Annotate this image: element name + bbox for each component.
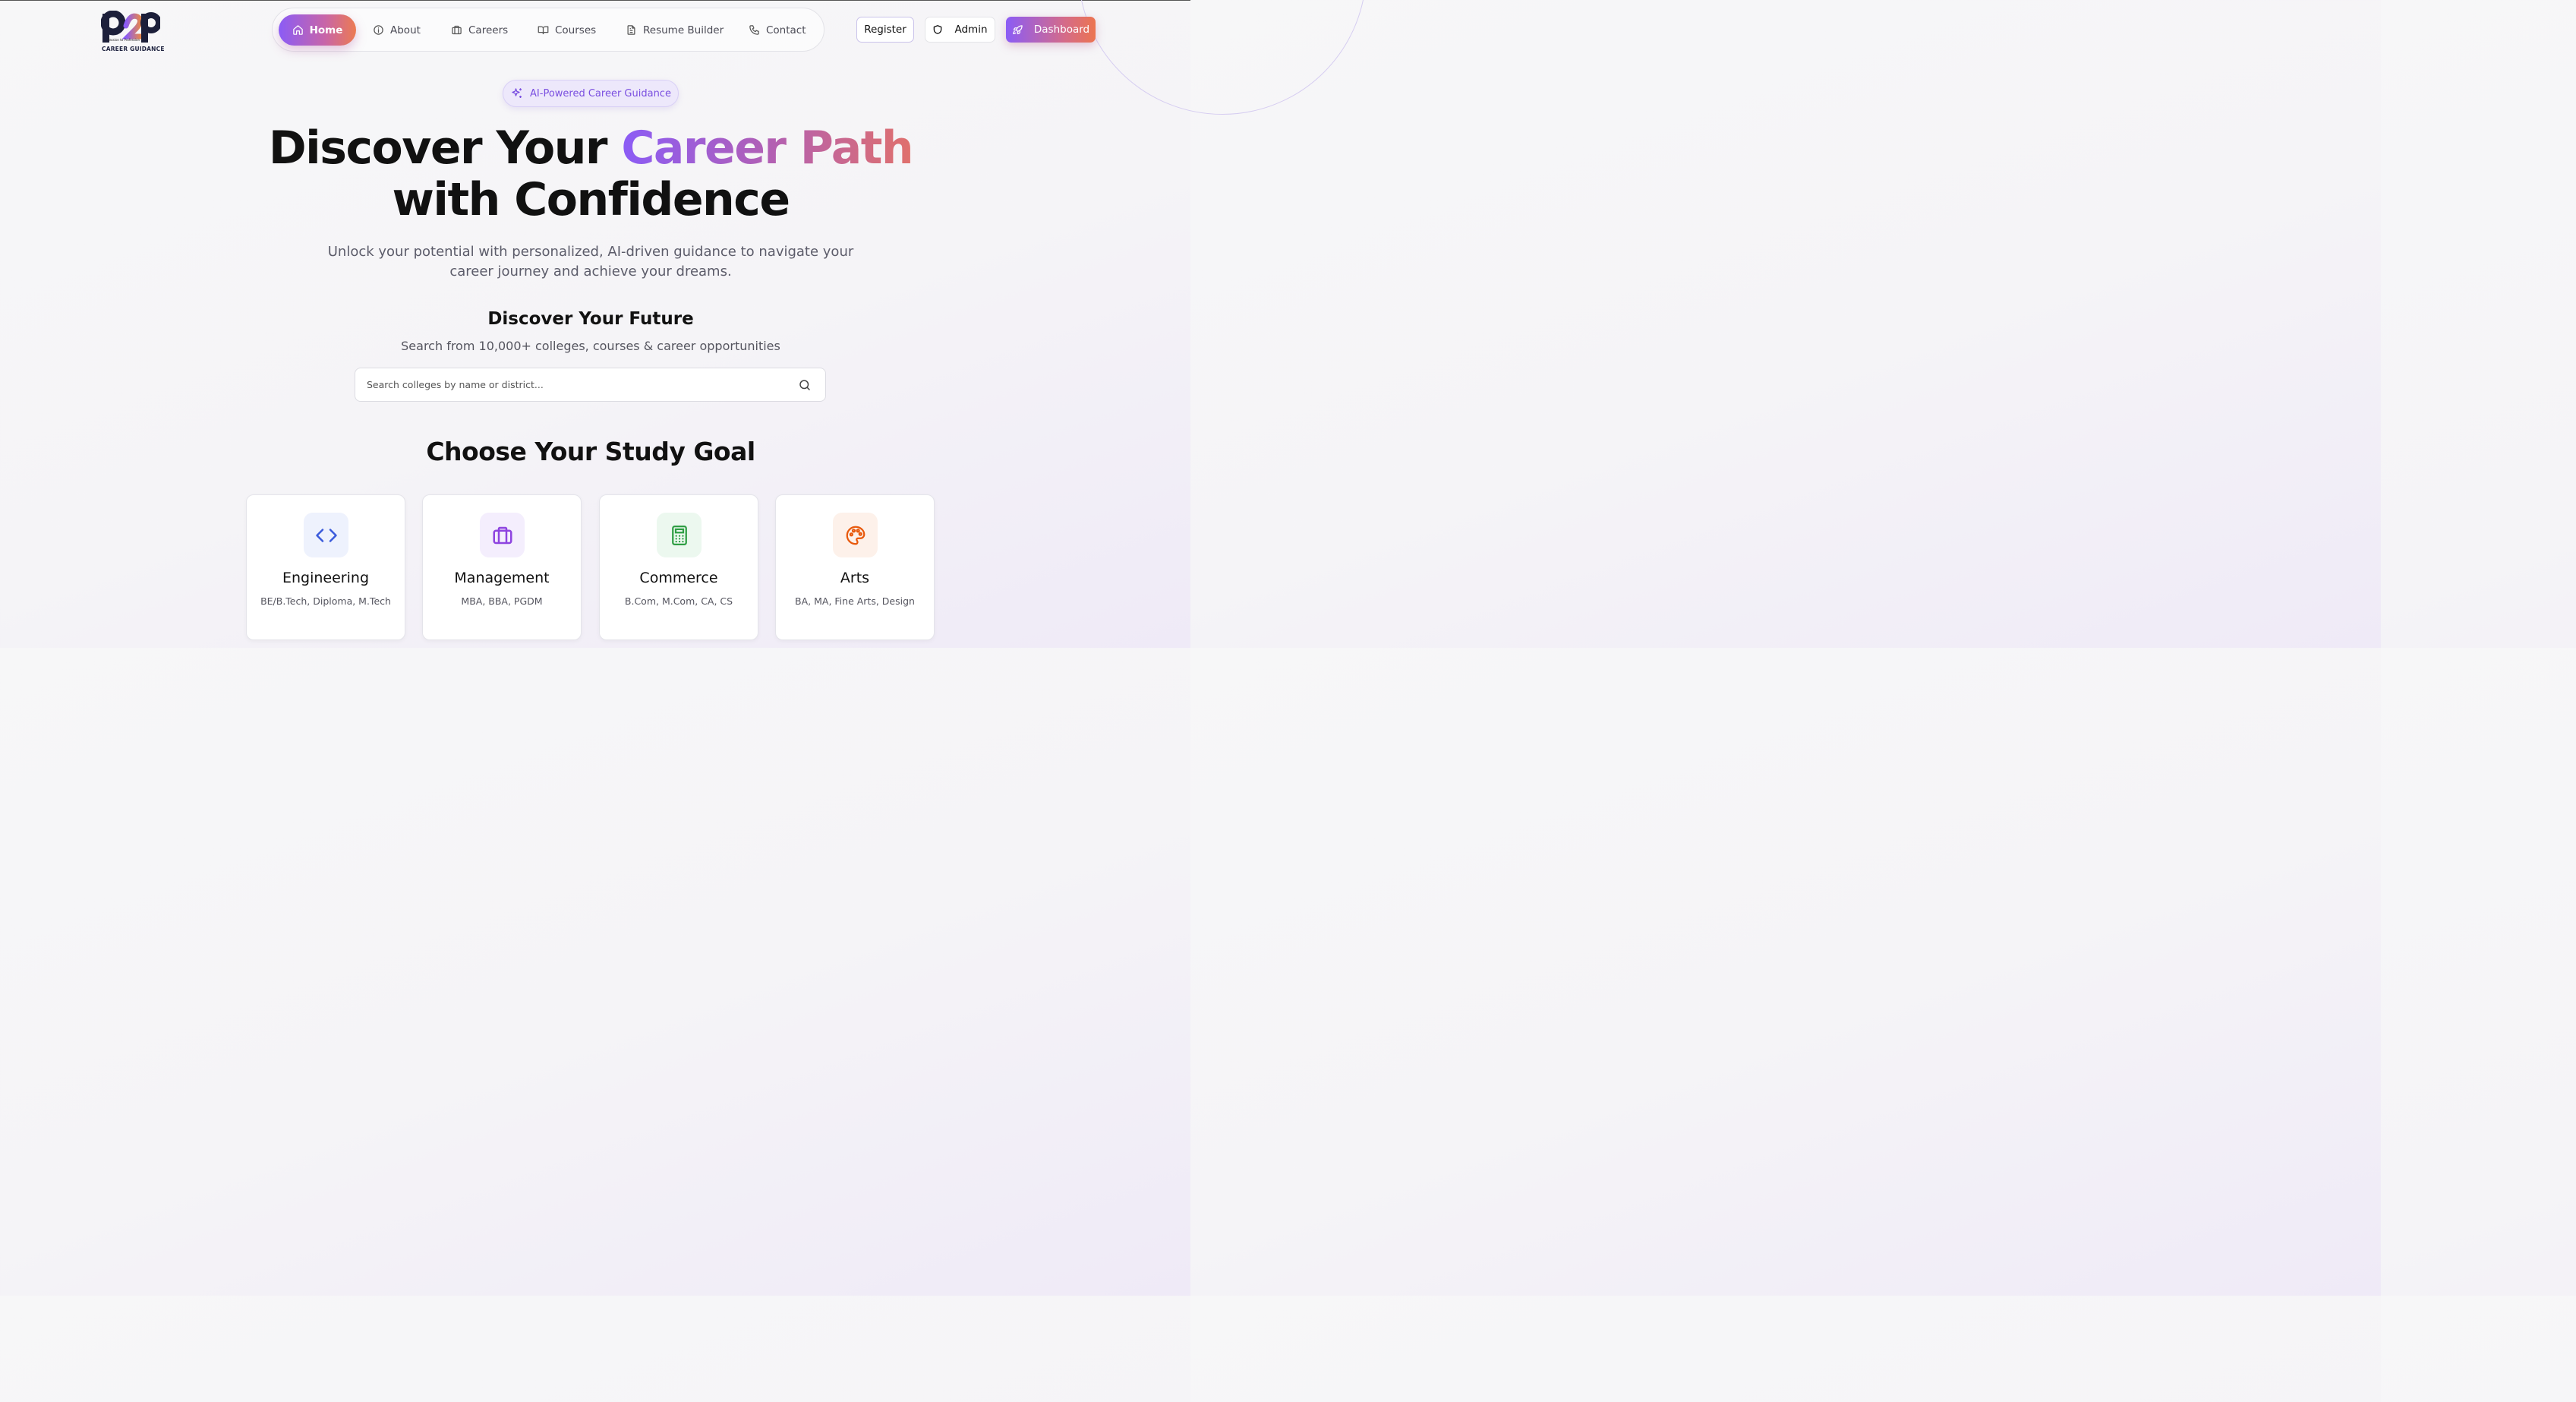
nav-careers[interactable]: Careers [451,14,508,46]
main-nav: Home About Careers Courses Resume Builde… [272,8,825,52]
rocket-icon [1013,24,1023,34]
phone-icon [749,25,759,35]
book-icon [538,26,549,35]
card-title: Management [454,570,550,586]
card-title: Arts [840,570,870,586]
info-icon [374,25,383,35]
home-icon [292,25,303,35]
card-subtitle: B.Com, M.Com, CA, CS [624,595,733,607]
search-icon[interactable] [798,378,812,392]
nav-courses-label: Courses [555,24,597,36]
nav-about-label: About [390,24,421,36]
admin-button-label: Admin [954,24,988,36]
college-search [355,368,826,402]
study-card-engineering[interactable]: Engineering BE/B.Tech, Diploma, M.Tech [246,494,405,640]
card-subtitle: BA, MA, Fine Arts, Design [795,595,915,607]
briefcase-icon [480,513,525,557]
card-title: Commerce [639,570,718,586]
ai-badge-label: AI-Powered Career Guidance [530,87,671,99]
nav-resume-builder-label: Resume Builder [643,24,724,36]
calculator-icon [657,513,702,557]
document-icon [627,25,635,35]
nav-home-label: Home [309,24,343,36]
discover-title: Discover Your Future [487,309,694,329]
logo-subtitle: Passion to Profession [108,38,140,42]
nav-resume-builder[interactable]: Resume Builder [626,14,724,46]
code-icon [304,513,348,557]
nav-home[interactable]: Home [279,14,356,46]
search-input[interactable] [355,368,798,401]
nav-contact-label: Contact [766,24,806,36]
card-title: Engineering [282,570,369,586]
card-subtitle: MBA, BBA, PGDM [461,595,543,607]
hero-title-highlight: Career Path [621,122,913,175]
study-card-arts[interactable]: Arts BA, MA, Fine Arts, Design [775,494,935,640]
register-button[interactable]: Register [856,17,914,43]
study-goal-title: Choose Your Study Goal [426,437,755,466]
logo-tagline: CAREER GUIDANCE [102,46,165,52]
card-subtitle: BE/B.Tech, Diploma, M.Tech [260,595,391,607]
dashboard-button[interactable]: Dashboard [1006,17,1096,43]
admin-button[interactable]: Admin [925,17,995,43]
hero-title-part1: Discover Your [268,122,622,175]
nav-courses[interactable]: Courses [538,14,596,46]
hero-title-line2: with Confidence [392,173,790,226]
dashboard-button-label: Dashboard [1033,24,1090,36]
hero-subtitle: Unlock your potential with personalized,… [327,244,854,279]
decorative-arc [1078,0,1367,115]
ai-badge: AI-Powered Career Guidance [503,80,679,107]
palette-icon [833,513,878,557]
nav-contact[interactable]: Contact [749,14,806,46]
nav-about[interactable]: About [373,14,421,46]
briefcase-icon [452,25,462,35]
shield-icon [934,25,942,34]
sparkles-icon [512,88,522,98]
nav-careers-label: Careers [468,24,509,36]
study-card-commerce[interactable]: Commerce B.Com, M.Com, CA, CS [599,494,758,640]
discover-subtitle: Search from 10,000+ colleges, courses & … [401,339,780,353]
study-card-management[interactable]: Management MBA, BBA, PGDM [422,494,582,640]
hero-title: Discover Your Career Path with Confidenc… [0,122,1181,226]
brand-logo[interactable]: Passion to Profession CAREER GUIDANCE [101,11,165,53]
